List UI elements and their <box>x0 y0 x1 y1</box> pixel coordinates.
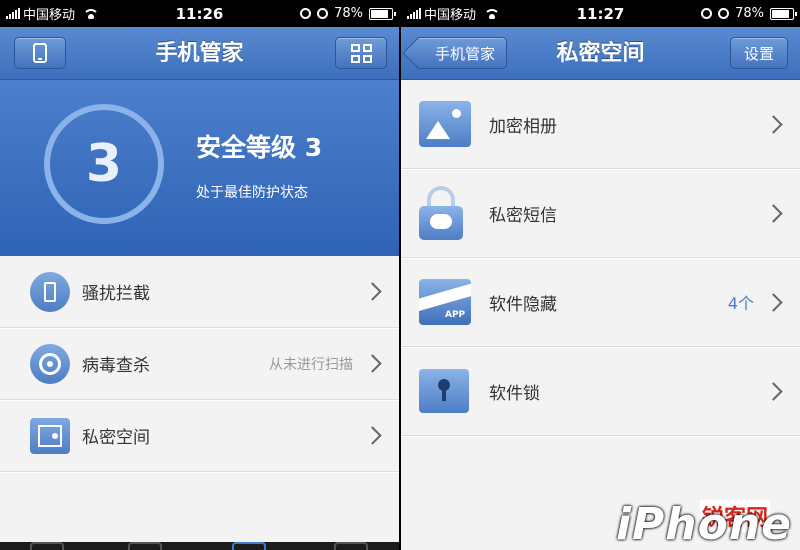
list-item-label: 病毒查杀 <box>82 356 150 376</box>
chevron-right-icon <box>363 426 382 445</box>
tab-item-active[interactable] <box>232 542 266 550</box>
list-item-harassment-block[interactable]: 骚扰拦截 <box>0 256 399 328</box>
tab-item[interactable] <box>128 542 162 550</box>
virus-scan-icon <box>30 343 70 384</box>
screen-private-space: 中国移动 11:27 78% 手机管家 私密空间 设置 加密相册 私密短信 AP… <box>401 0 800 550</box>
screen-phone-manager: 中国移动 11:26 78% 手机管家 3 安全等级 3 处于最佳防护状态 骚扰… <box>0 0 399 550</box>
chevron-right-icon <box>764 292 783 312</box>
chevron-right-icon <box>764 114 783 134</box>
chevron-right-icon <box>363 354 382 373</box>
list-item-virus-scan[interactable]: 病毒查杀 从未进行扫描 <box>0 328 399 400</box>
status-bar: 中国移动 11:27 78% <box>401 0 800 27</box>
tab-item[interactable] <box>30 542 64 550</box>
battery-icon <box>770 7 797 20</box>
list-item-private-sms[interactable]: 私密短信 <box>401 169 800 258</box>
list-item-hide-apps[interactable]: APP 软件隐藏 4个 <box>401 258 800 347</box>
chevron-right-icon <box>764 381 783 401</box>
clock: 11:27 <box>576 4 625 23</box>
chevron-right-icon <box>764 203 783 223</box>
keyhole-icon <box>419 369 469 413</box>
list-item-label: 私密短信 <box>489 205 557 226</box>
nav-bar: 手机管家 <box>0 27 399 80</box>
app-icon: APP <box>419 279 471 325</box>
grid-icon <box>350 43 372 63</box>
security-ring: 3 <box>44 104 164 224</box>
list-item-label: 软件隐藏 <box>489 294 557 315</box>
settings-button[interactable]: 设置 <box>730 37 788 69</box>
tab-bar <box>0 542 399 550</box>
lock-message-icon <box>419 186 463 240</box>
security-level: 安全等级 3 <box>196 133 323 162</box>
tab-item[interactable] <box>334 542 368 550</box>
battery-icon <box>369 7 396 20</box>
list-item-label: 加密相册 <box>489 116 557 137</box>
photo-album-icon <box>419 101 471 147</box>
security-panel: 3 安全等级 3 处于最佳防护状态 <box>0 80 399 256</box>
menu-grid-button[interactable] <box>335 37 387 69</box>
watermark-logo: iPhone <box>615 499 792 550</box>
list-item-app-lock[interactable]: 软件锁 <box>401 347 800 436</box>
nav-bar: 手机管家 私密空间 设置 <box>401 27 800 80</box>
security-number: 3 <box>85 134 123 194</box>
scan-status-hint: 从未进行扫描 <box>269 356 353 373</box>
list-item-label: 私密空间 <box>82 428 150 448</box>
security-status: 处于最佳防护状态 <box>196 185 308 201</box>
chevron-right-icon <box>363 282 382 301</box>
app-badge: APP <box>445 310 466 320</box>
clock: 11:26 <box>175 4 224 23</box>
settings-button-label: 设置 <box>743 44 774 63</box>
list-item-label: 骚扰拦截 <box>82 284 150 304</box>
list-item-label: 软件锁 <box>489 383 540 404</box>
safe-icon <box>30 417 70 454</box>
status-bar: 中国移动 11:26 78% <box>0 0 399 27</box>
harassment-block-icon <box>30 271 70 312</box>
list-item-private-space[interactable]: 私密空间 <box>0 400 399 472</box>
hidden-app-count: 4个 <box>727 294 754 313</box>
list-item-encrypted-album[interactable]: 加密相册 <box>401 80 800 169</box>
